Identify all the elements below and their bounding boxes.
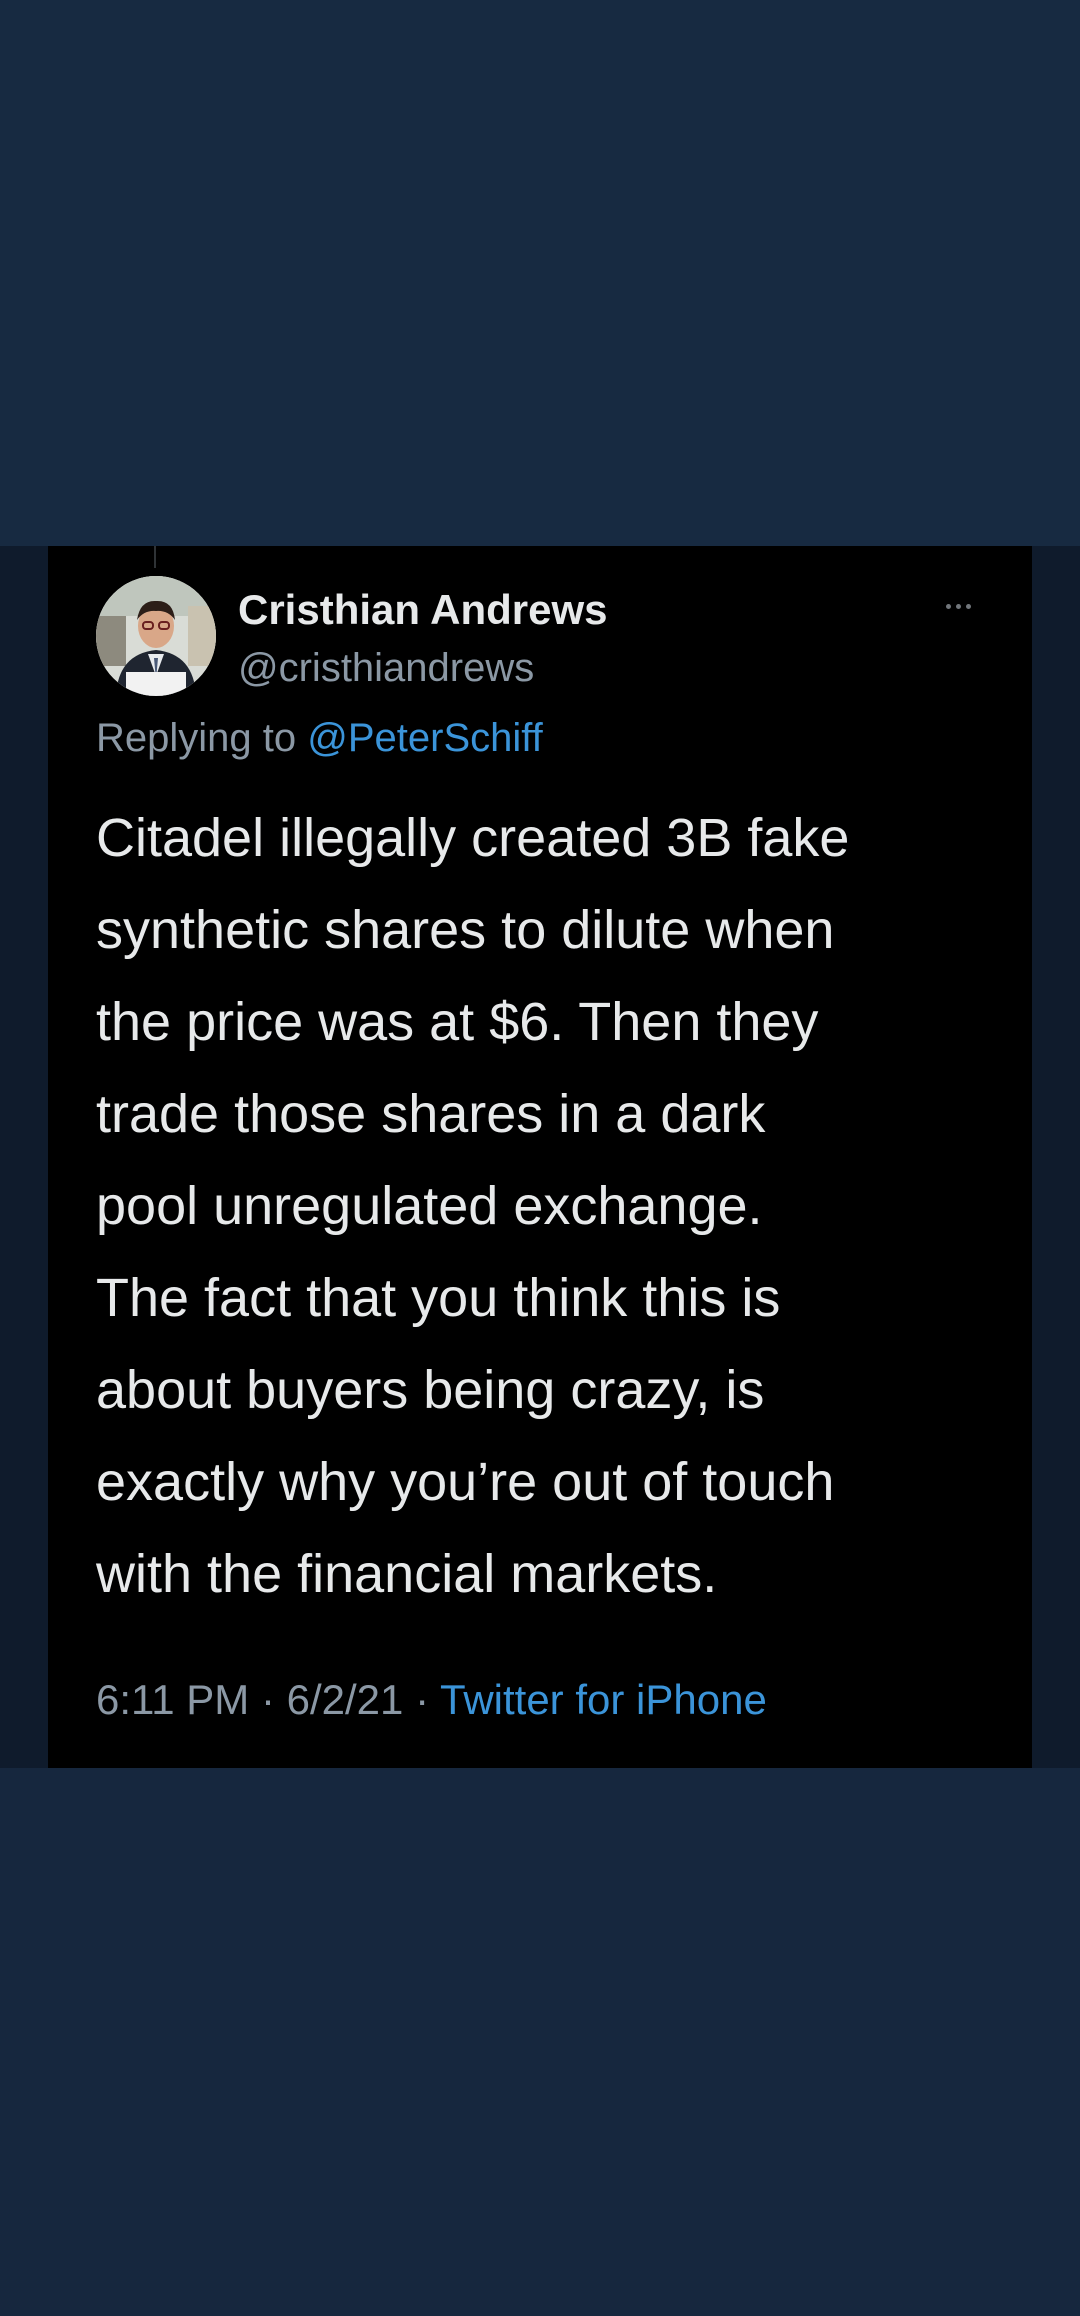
tweet-time[interactable]: 6:11 PM: [96, 1676, 249, 1723]
background-bottom: [0, 1768, 1080, 2316]
tweet-text-line: pool unregulated exchange.: [96, 1176, 763, 1236]
tweet-text-line: exactly why you’re out of touch: [96, 1452, 835, 1512]
tweet-card[interactable]: Cristhian Andrews @cristhiandrews Replyi…: [48, 546, 1032, 1768]
author-display-name[interactable]: Cristhian Andrews: [238, 586, 608, 634]
meta-separator: ·: [249, 1676, 287, 1723]
meta-separator: ·: [403, 1676, 440, 1723]
more-dot: [966, 603, 971, 609]
tweet-text: Citadel illegally created 3B fake synthe…: [96, 792, 996, 1620]
tweet-date[interactable]: 6/2/21: [287, 1676, 404, 1723]
tweet-text-line: The fact that you think this is: [96, 1268, 781, 1328]
thread-connector-line: [154, 546, 156, 568]
tweet-text-line: the price was at $6. Then they: [96, 992, 819, 1052]
tweet-text-line: with the financial markets.: [96, 1544, 718, 1604]
more-horizontal-icon[interactable]: [946, 596, 986, 616]
tweet-metadata: 6:11 PM · 6/2/21 · Twitter for iPhone: [96, 1676, 767, 1724]
more-dot: [946, 603, 951, 609]
more-dot: [956, 603, 961, 609]
tweet-text-line: synthetic shares to dilute when: [96, 900, 835, 960]
tweet-text-line: about buyers being crazy, is: [96, 1360, 765, 1420]
tweet-text-line: trade those shares in a dark: [96, 1084, 766, 1144]
replying-to-prefix: Replying to: [96, 716, 308, 760]
avatar[interactable]: [96, 576, 216, 696]
author-handle[interactable]: @cristhiandrews: [238, 646, 534, 691]
tweet-source-link[interactable]: Twitter for iPhone: [440, 1676, 767, 1723]
replying-to-line: Replying to @PeterSchiff: [96, 716, 543, 761]
profile-photo: [96, 576, 216, 696]
replying-to-mention-link[interactable]: @PeterSchiff: [307, 716, 543, 760]
tweet-text-line: Citadel illegally created 3B fake: [96, 808, 850, 868]
background-top: [0, 0, 1080, 546]
